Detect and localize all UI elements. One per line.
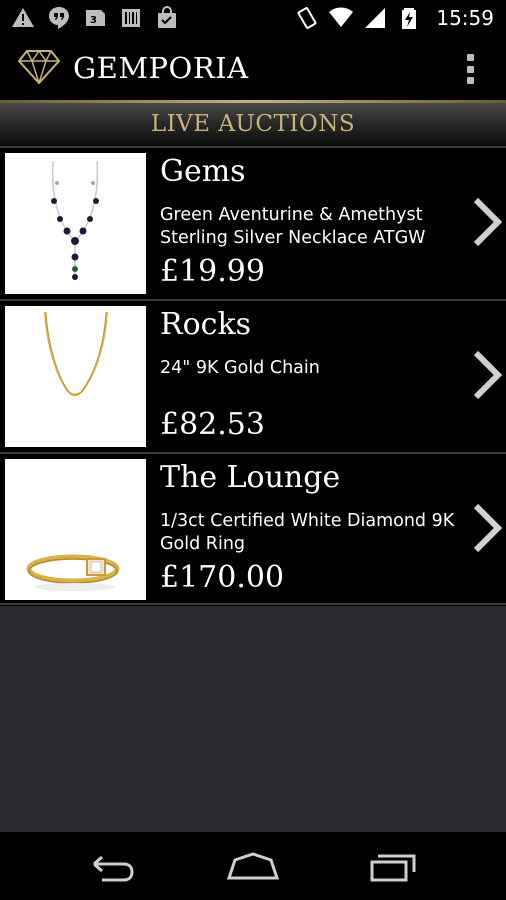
svg-text:3: 3 — [90, 15, 97, 26]
auction-price: £170.00 — [160, 560, 285, 595]
wifi-icon — [328, 5, 354, 31]
auction-item[interactable]: Rocks 24" 9K Gold Chain £82.53 — [0, 299, 506, 452]
barcode-icon — [118, 5, 144, 31]
auction-description: Green Aventurine & Amethyst Sterling Sil… — [160, 205, 426, 248]
section-header: LIVE AUCTIONS — [0, 103, 506, 146]
chevron-right-icon — [473, 350, 502, 400]
auction-category: Rocks — [160, 307, 252, 342]
status-bar: 3 15:59 — [0, 0, 506, 36]
auction-description: 1/3ct Certified White Diamond 9K Gold Ri… — [160, 511, 455, 554]
home-icon[interactable] — [225, 850, 281, 882]
diamond-ring-image — [5, 459, 146, 600]
recents-icon[interactable] — [366, 850, 422, 882]
auction-list: Gems Green Aventurine & Amethyst Sterlin… — [0, 146, 506, 605]
chevron-right-icon — [473, 197, 502, 247]
shopping-bag-icon — [154, 5, 180, 31]
auction-price: £19.99 — [160, 254, 265, 289]
status-time: 15:59 — [436, 6, 494, 30]
navigation-bar — [0, 832, 506, 900]
auction-price: £82.53 — [160, 407, 265, 442]
vibrate-icon — [294, 5, 320, 31]
action-bar: GEMPORIA — [0, 36, 506, 100]
overflow-menu-icon[interactable] — [464, 54, 476, 84]
back-icon[interactable] — [84, 850, 140, 882]
alert-icon — [10, 5, 36, 31]
signal-icon — [362, 5, 388, 31]
app-title: GEMPORIA — [73, 51, 249, 85]
gold-chain-image — [5, 306, 146, 447]
section-title: LIVE AUCTIONS — [150, 111, 356, 137]
chevron-right-icon — [473, 503, 502, 553]
diamond-logo-icon — [18, 50, 60, 84]
hangouts-icon — [46, 5, 72, 31]
auction-category: The Lounge — [160, 460, 341, 495]
auction-item[interactable]: Gems Green Aventurine & Amethyst Sterlin… — [0, 146, 506, 299]
empty-list-area — [0, 606, 506, 832]
battery-charging-icon — [396, 5, 422, 31]
auction-description: 24" 9K Gold Chain — [160, 358, 320, 378]
auction-category: Gems — [160, 154, 246, 189]
auction-item[interactable]: The Lounge 1/3ct Certified White Diamond… — [0, 452, 506, 605]
sim-3g-icon: 3 — [82, 5, 108, 31]
necklace-image — [5, 153, 146, 294]
